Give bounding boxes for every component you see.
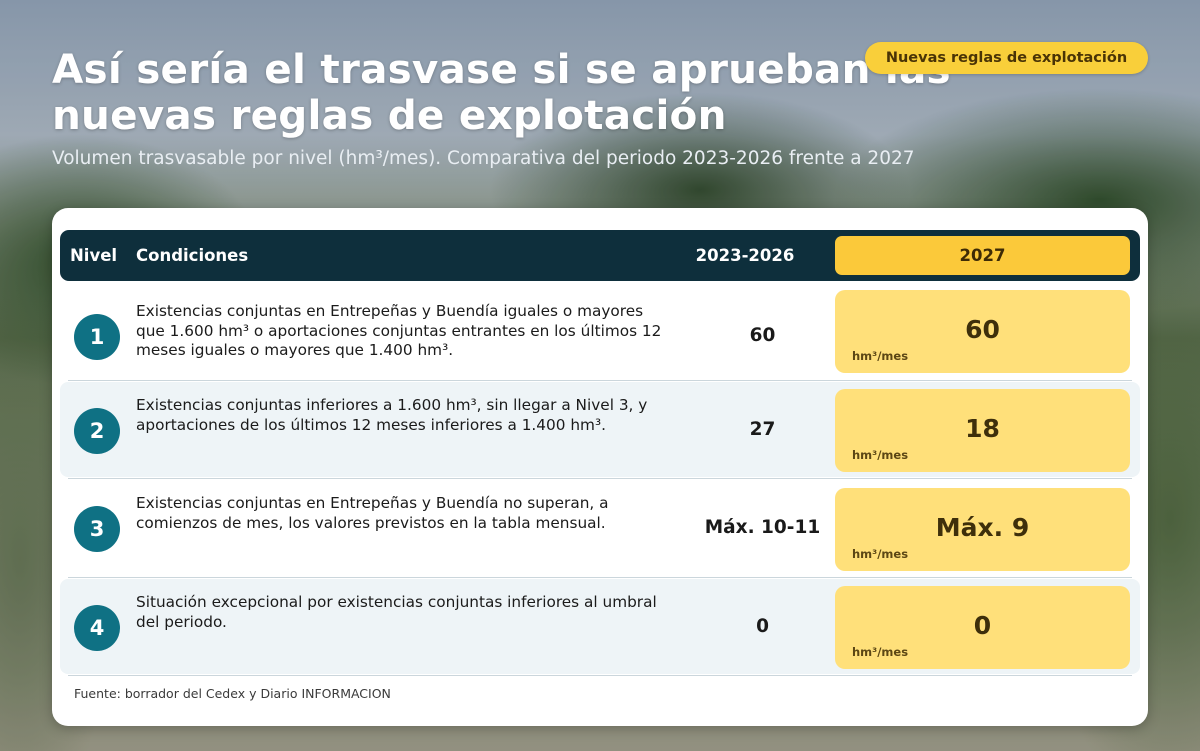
value-2027: 18 — [965, 414, 1000, 443]
column-header-period-2027: 2027 — [835, 236, 1130, 275]
level-badge: 3 — [74, 506, 120, 552]
value-2027-cell: 18 hm³/mes — [835, 389, 1130, 472]
condition-text: Existencias conjuntas inferiores a 1.600… — [136, 396, 648, 434]
condition-text: Existencias conjuntas en Entrepeñas y Bu… — [136, 494, 609, 532]
table-row: 3 Existencias conjuntas en Entrepeñas y … — [60, 480, 1140, 575]
level-badge: 2 — [74, 408, 120, 454]
value-2023-2026: Máx. 10-11 — [704, 517, 821, 538]
value-2023-2026: 27 — [749, 419, 776, 440]
unit-label: hm³/mes — [852, 645, 909, 659]
table-row: 1 Existencias conjuntas en Entrepeñas y … — [60, 288, 1140, 383]
column-header-nivel: Nivel — [70, 246, 118, 265]
value-2023-2026: 60 — [749, 325, 776, 346]
value-2027: Máx. 9 — [935, 513, 1030, 542]
condition-text: Situación excepcional por existencias co… — [136, 593, 657, 631]
table-row: 2 Existencias conjuntas inferiores a 1.6… — [60, 382, 1140, 477]
value-2027: 60 — [965, 315, 1000, 344]
table-header: Nivel Condiciones 2023-2026 2027 — [60, 230, 1140, 281]
unit-label: hm³/mes — [852, 349, 909, 363]
unit-label: hm³/mes — [852, 448, 909, 462]
value-2027-cell: 60 hm³/mes — [835, 290, 1130, 373]
row-divider — [68, 478, 1132, 479]
comparison-card: Nivel Condiciones 2023-2026 2027 1 Exist… — [52, 208, 1148, 726]
unit-label: hm³/mes — [852, 547, 909, 561]
level-badge: 4 — [74, 605, 120, 651]
value-2027-cell: 0 hm³/mes — [835, 586, 1130, 669]
row-divider — [68, 675, 1132, 676]
level-badge: 1 — [74, 314, 120, 360]
value-2027: 0 — [973, 611, 992, 640]
row-divider — [68, 380, 1132, 381]
value-2023-2026: 0 — [756, 616, 769, 637]
condition-text: Existencias conjuntas en Entrepeñas y Bu… — [136, 302, 662, 359]
column-header-period-2023-2026: 2023-2026 — [695, 246, 795, 265]
row-divider — [68, 577, 1132, 578]
column-header-condiciones: Condiciones — [136, 246, 249, 265]
page-subtitle: Volumen trasvasable por nivel (hm³/mes).… — [52, 148, 915, 169]
topic-badge: Nuevas reglas de explotación — [865, 42, 1148, 74]
table-row: 4 Situación excepcional por existencias … — [60, 579, 1140, 674]
value-2027-cell: Máx. 9 hm³/mes — [835, 488, 1130, 571]
source-note: Fuente: borrador del Cedex y Diario INFO… — [74, 686, 391, 701]
